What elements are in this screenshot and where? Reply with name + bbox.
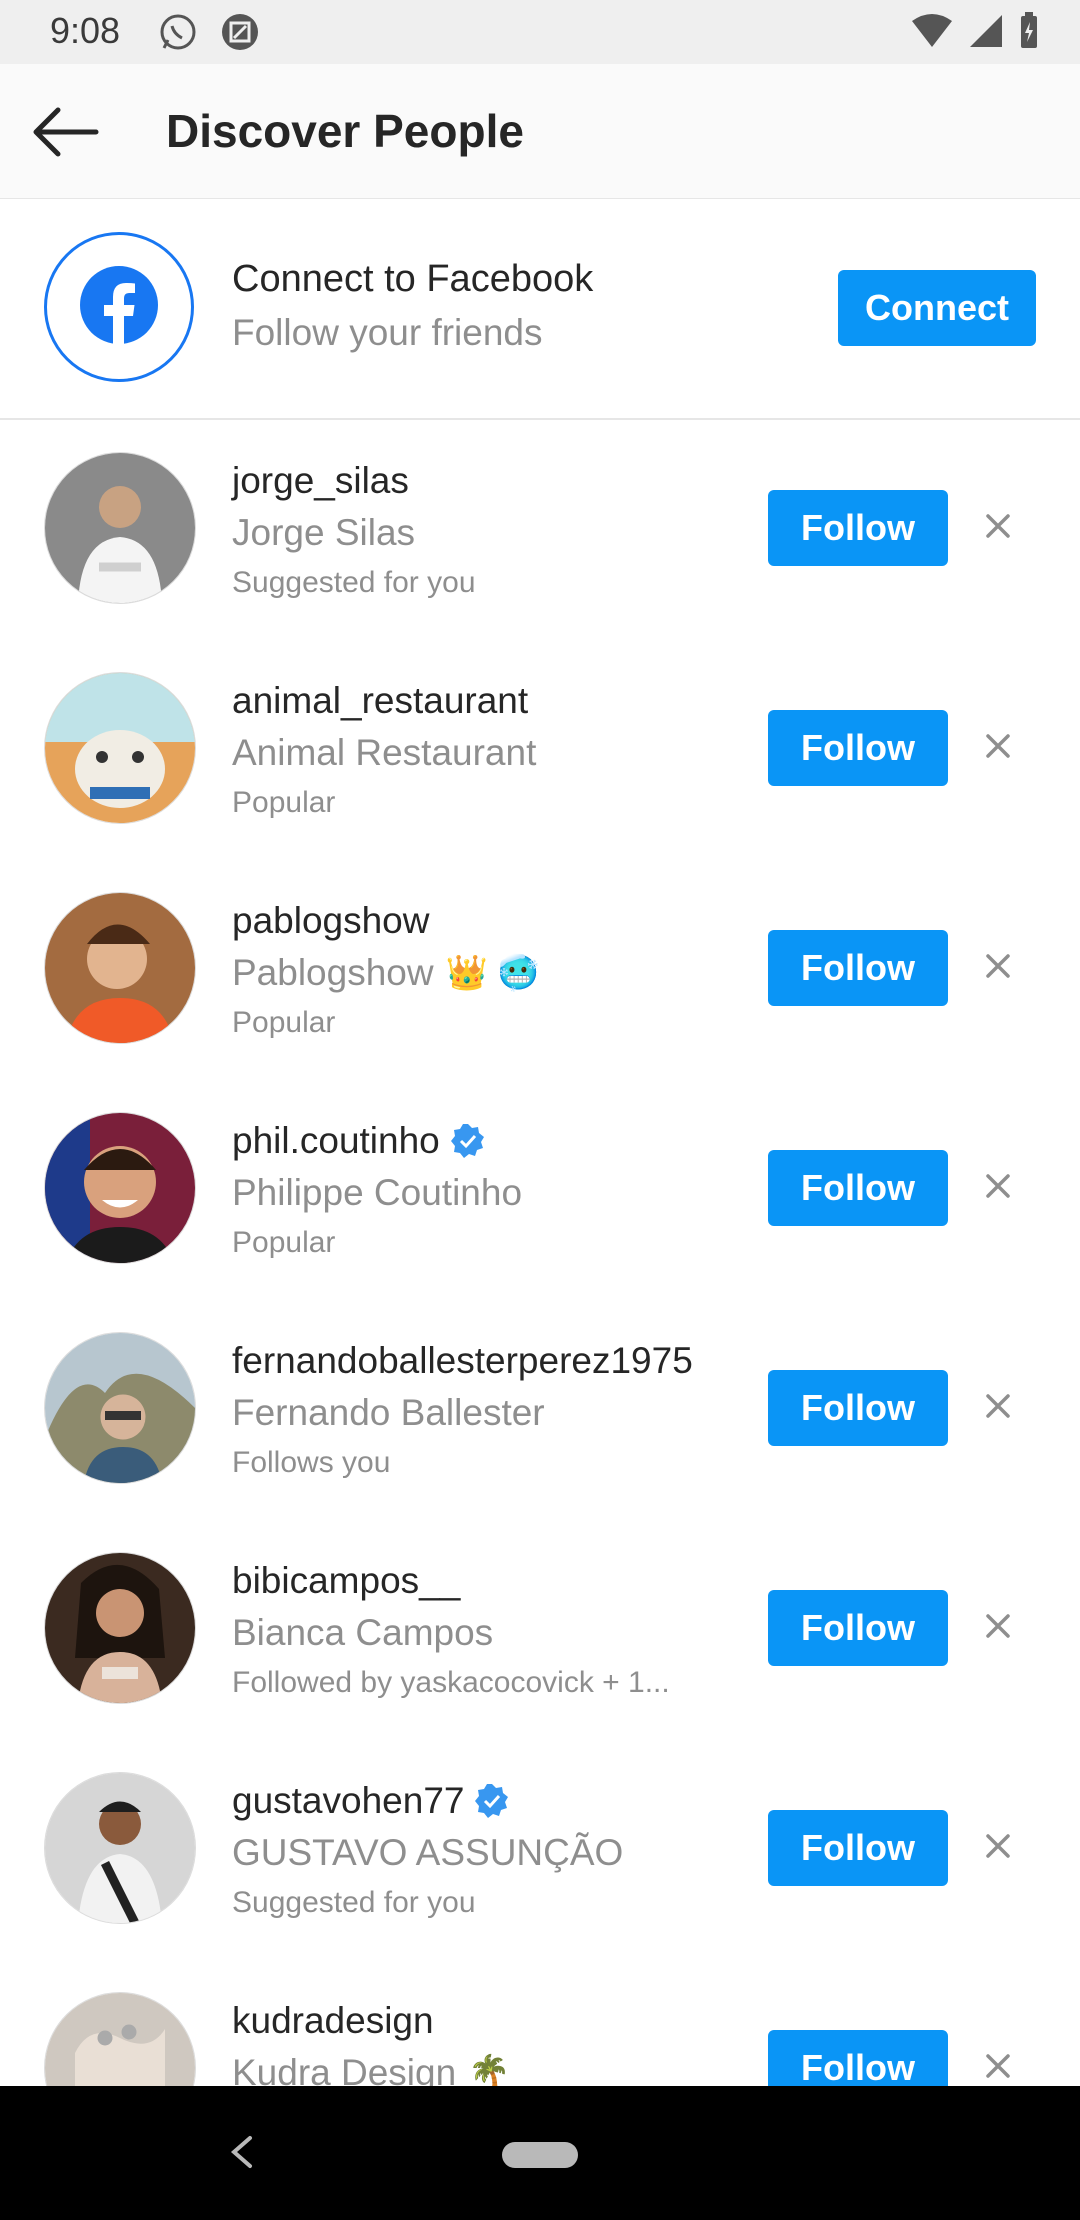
username[interactable]: animal_restaurant [232,680,528,722]
avatar[interactable] [44,1772,196,1924]
list-item[interactable]: jorge_silas Jorge Silas Suggested for yo… [0,418,1080,638]
facebook-connect-subtitle: Follow your friends [232,312,543,353]
suggestion-reason: Suggested for you [232,566,476,599]
avatar[interactable] [44,1552,196,1704]
username[interactable]: gustavohen77 [232,1780,510,1822]
avatar[interactable] [44,1112,196,1264]
full-name: Kudra Design 🌴 [232,2052,511,2086]
follow-button[interactable]: Follow [768,490,948,566]
signal-icon [968,13,1004,54]
close-icon[interactable] [978,2046,1018,2086]
follow-button[interactable]: Follow [768,930,948,1006]
username[interactable]: fernandoballesterperez1975 [232,1340,693,1382]
list-item[interactable]: pablogshow Pablogshow 👑 🥶 Popular Follow [0,858,1080,1078]
status-bar: 9:08 [0,0,1080,64]
suggestion-reason: Suggested for you [232,1886,476,1919]
system-nav-bar [0,2086,1080,2220]
suggestion-list: jorge_silas Jorge Silas Suggested for yo… [0,418,1080,2086]
nav-back-icon[interactable] [226,2132,256,2172]
suggestion-reason: Popular [232,1226,336,1259]
list-item[interactable]: phil.coutinho Philippe Coutinho Popular … [0,1078,1080,1298]
facebook-connect-title: Connect to Facebook [232,258,594,300]
suggestion-reason: Follows you [232,1446,391,1479]
close-icon[interactable] [978,1826,1018,1866]
full-name: Animal Restaurant [232,732,537,773]
full-name: Pablogshow 👑 🥶 [232,952,540,993]
full-name: GUSTAVO ASSUNÇÃO [232,1832,624,1873]
follow-button[interactable]: Follow [768,1370,948,1446]
avatar[interactable] [44,672,196,824]
app-header: Discover People [0,64,1080,199]
follow-button[interactable]: Follow [768,2030,948,2086]
username[interactable]: kudradesign [232,2000,434,2042]
page-title: Discover People [166,105,524,157]
status-time: 9:08 [50,10,121,51]
username[interactable]: jorge_silas [232,460,409,502]
full-name: Fernando Ballester [232,1392,545,1433]
facebook-connect-row: Connect to Facebook Follow your friends … [0,198,1080,420]
avatar[interactable] [44,1992,196,2086]
full-name: Jorge Silas [232,512,416,553]
avatar[interactable] [44,1332,196,1484]
nav-home-pill[interactable] [502,2142,578,2168]
list-item[interactable]: animal_restaurant Animal Restaurant Popu… [0,638,1080,858]
name-emoji: 👑 🥶 [445,954,540,992]
close-icon[interactable] [978,946,1018,986]
whatsapp-icon [158,12,198,52]
avatar[interactable] [44,892,196,1044]
close-icon[interactable] [978,1606,1018,1646]
follow-button[interactable]: Follow [768,1810,948,1886]
list-item[interactable]: kudradesign Kudra Design 🌴 Follow [0,1958,1080,2086]
username[interactable]: bibicampos__ [232,1560,460,1602]
username[interactable]: pablogshow [232,900,429,942]
facebook-icon [80,265,158,349]
follow-button[interactable]: Follow [768,1590,948,1666]
full-name: Philippe Coutinho [232,1172,523,1213]
close-icon[interactable] [978,1166,1018,1206]
verified-badge-icon [474,1783,510,1819]
avatar[interactable] [44,452,196,604]
username[interactable]: phil.coutinho [232,1120,486,1162]
verified-badge-icon [450,1123,486,1159]
name-emoji: 🌴 [468,2054,511,2086]
battery-icon [1018,12,1040,55]
follow-button[interactable]: Follow [768,1150,948,1226]
list-item[interactable]: gustavohen77 GUSTAVO ASSUNÇÃO Suggested … [0,1738,1080,1958]
facebook-avatar [44,232,194,382]
list-item[interactable]: bibicampos__ Bianca Campos Followed by y… [0,1518,1080,1738]
suggestion-reason: Followed by yaskacocovick + 1... [232,1666,670,1699]
wifi-icon [910,13,954,54]
follow-button[interactable]: Follow [768,710,948,786]
close-icon[interactable] [978,1386,1018,1426]
connect-button[interactable]: Connect [838,270,1036,346]
list-item[interactable]: fernandoballesterperez1975 Fernando Ball… [0,1298,1080,1518]
close-icon[interactable] [978,506,1018,546]
close-icon[interactable] [978,726,1018,766]
suggestion-reason: Popular [232,1006,336,1039]
screenshot-icon [220,12,260,52]
suggestion-reason: Popular [232,786,336,819]
arrow-left-icon[interactable] [30,104,100,160]
full-name: Bianca Campos [232,1612,494,1653]
